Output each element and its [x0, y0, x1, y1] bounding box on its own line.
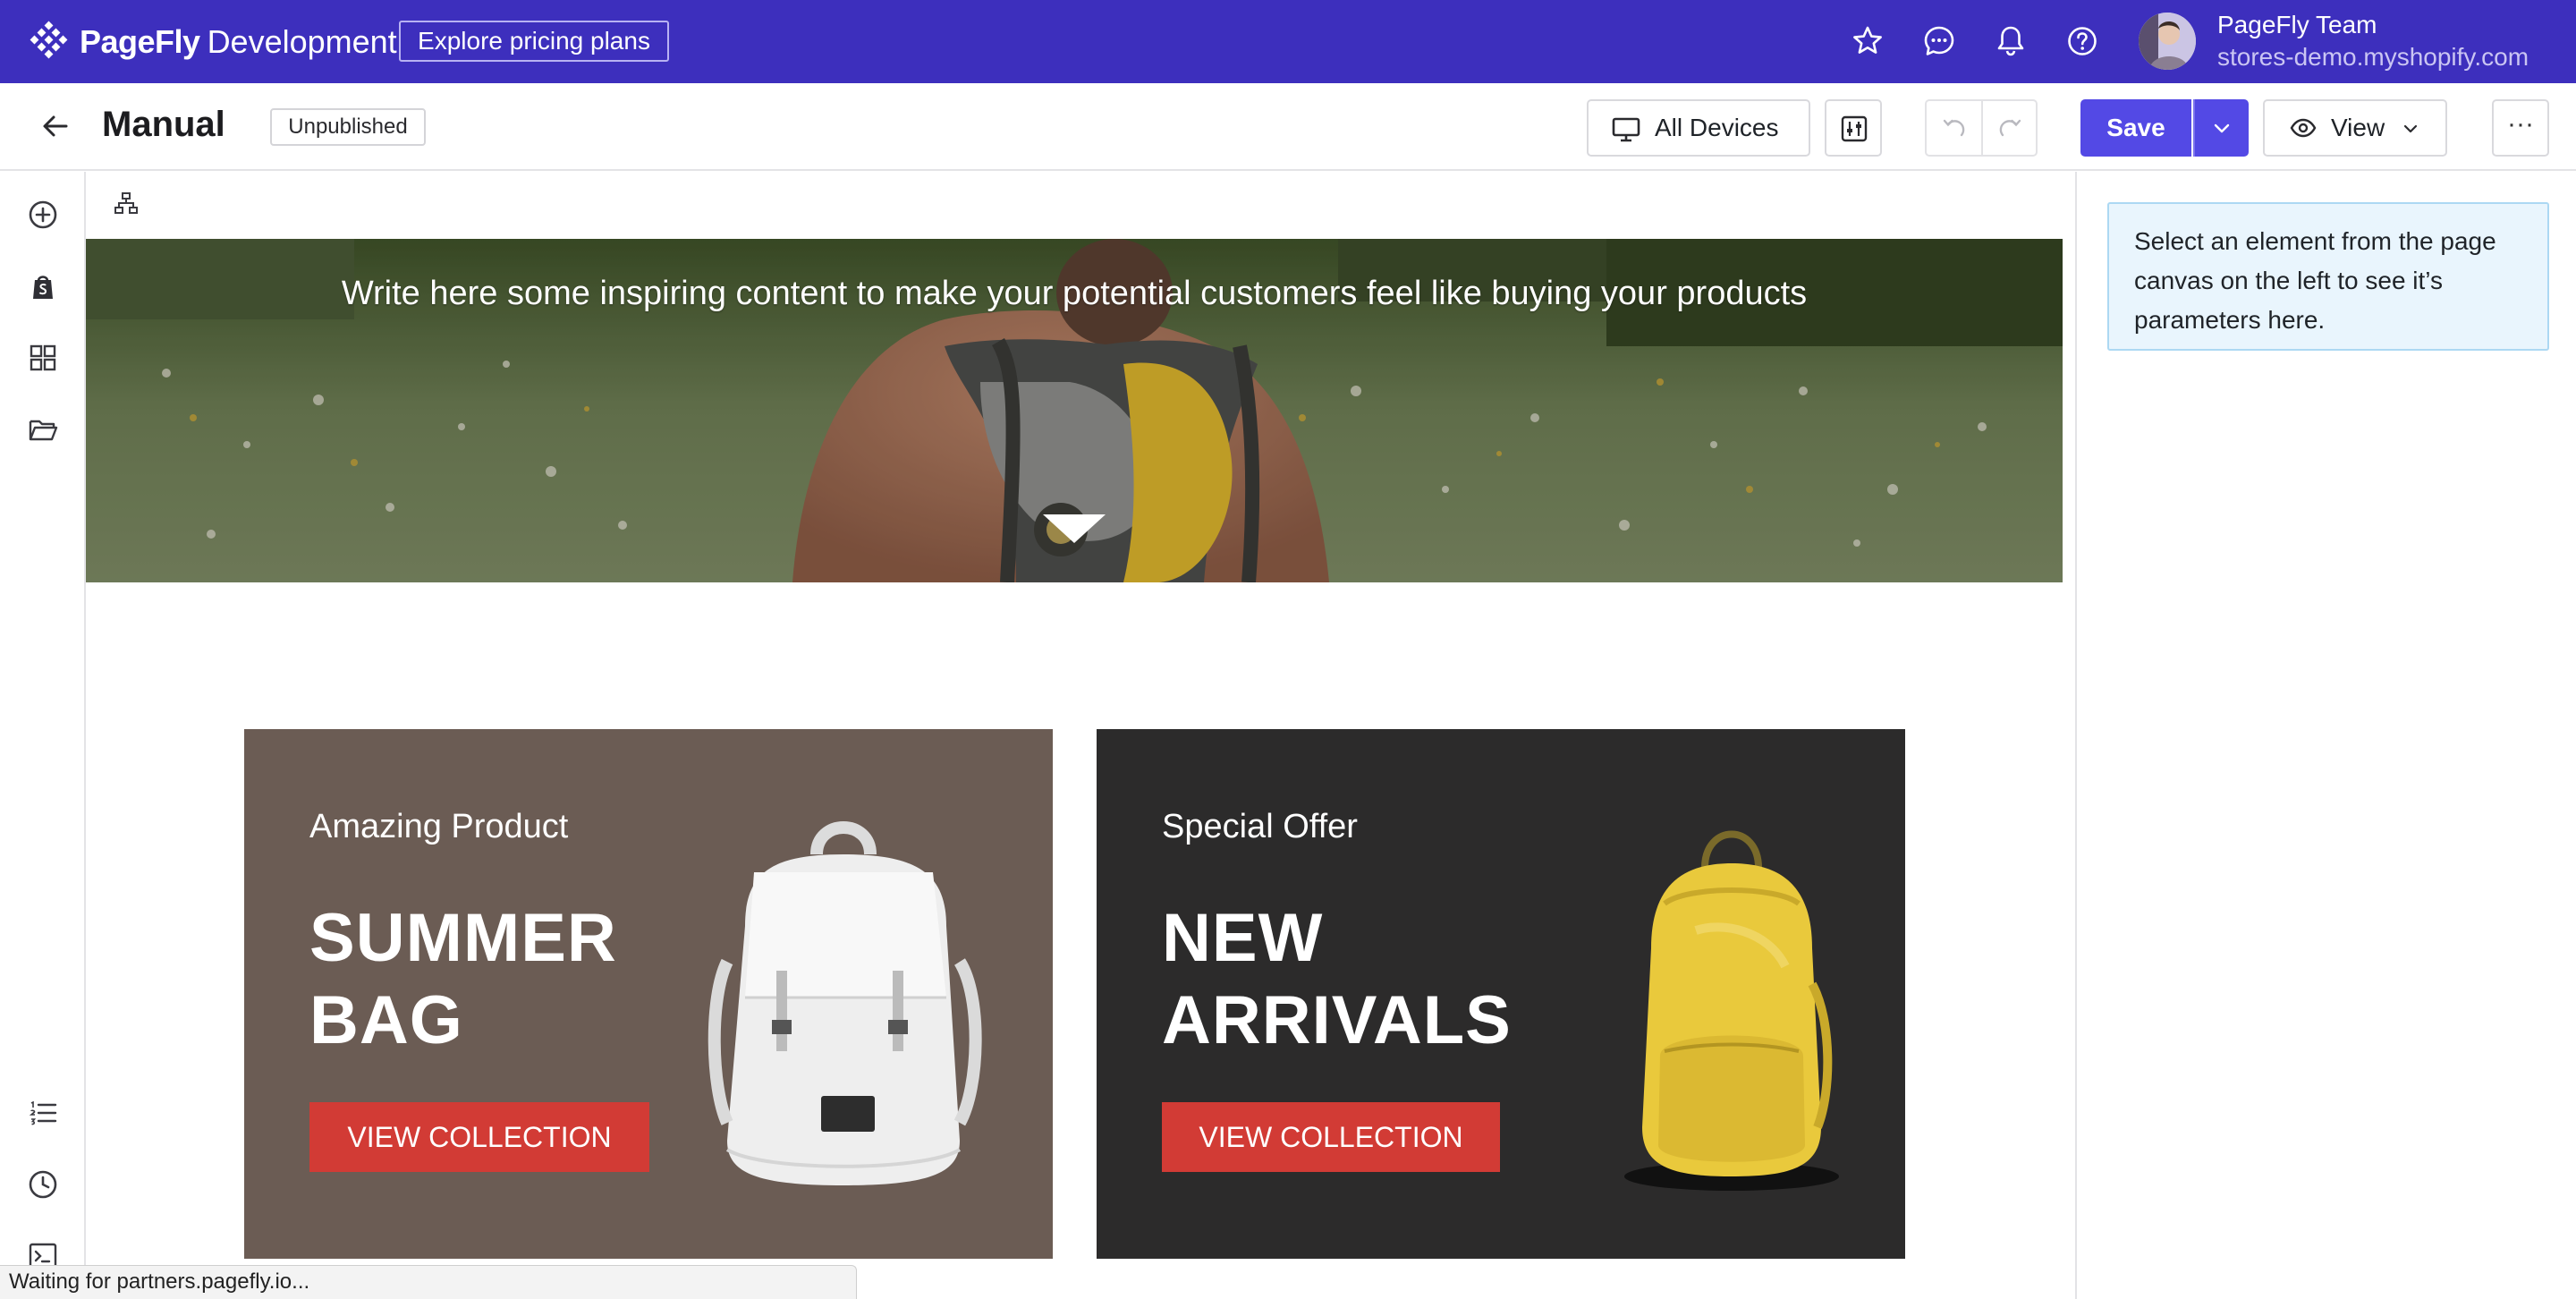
folder-icon[interactable] [27, 413, 59, 446]
shopify-icon[interactable] [27, 270, 59, 302]
brand-name: PageFly Development [80, 23, 397, 60]
explore-pricing-button[interactable]: Explore pricing plans [399, 21, 669, 62]
browser-status-bar: Waiting for partners.pagefly.io... [0, 1265, 857, 1299]
view-collection-button[interactable]: VIEW COLLECTION [309, 1102, 649, 1172]
page-canvas[interactable]: Write here some inspiring content to mak… [86, 172, 2075, 1299]
select-element-hint: Select an element from the page canvas o… [2107, 202, 2549, 351]
star-icon[interactable] [1850, 23, 1885, 59]
undo-icon[interactable] [1941, 115, 1968, 142]
publish-status-badge: Unpublished [270, 108, 426, 146]
save-button[interactable]: Save [2080, 99, 2191, 157]
promo-eyebrow: Special Offer [1162, 808, 1358, 845]
properties-panel: Select an element from the page canvas o… [2075, 172, 2576, 1299]
eye-icon [2290, 118, 2317, 138]
white-backpack-image [708, 821, 982, 1185]
promo-card-summer-bag[interactable]: Amazing Product SUMMER BAG VIEW COLLECTI… [244, 729, 1053, 1259]
promo-card-new-arrivals[interactable]: Special Offer NEW ARRIVALS VIEW COLLECTI… [1097, 729, 1905, 1259]
add-element-icon[interactable] [27, 199, 59, 231]
view-label: View [2331, 114, 2385, 141]
desktop-icon [1612, 117, 1640, 142]
left-sidebar [0, 172, 86, 1299]
history-icon[interactable] [27, 1168, 59, 1201]
save-options-dropdown[interactable] [2193, 99, 2249, 157]
editor-toolbar: Manual Unpublished All Devices Save View… [0, 83, 2576, 171]
back-arrow-icon[interactable] [39, 110, 72, 142]
promo-eyebrow: Amazing Product [309, 808, 569, 845]
undo-redo-group [1925, 99, 2038, 157]
page-structure-icon[interactable] [113, 190, 140, 216]
templates-grid-icon[interactable] [27, 342, 59, 374]
user-avatar[interactable] [2139, 13, 2196, 70]
all-devices-button[interactable]: All Devices [1587, 99, 1810, 157]
page-title: Manual [102, 105, 225, 144]
hero-banner[interactable]: Write here some inspiring content to mak… [86, 239, 2063, 582]
view-button[interactable]: View [2263, 99, 2447, 157]
pagefly-logo-icon [30, 21, 68, 59]
top-bar: PageFly Development Explore pricing plans… [0, 0, 2576, 83]
promo-headline: SUMMER BAG [309, 900, 617, 1058]
store-url: stores-demo.myshopify.com [2217, 43, 2529, 71]
yellow-backpack-image [1624, 830, 1839, 1191]
bell-icon[interactable] [1993, 23, 2029, 59]
page-settings-button[interactable] [1825, 99, 1882, 157]
help-icon[interactable] [2064, 23, 2100, 59]
all-devices-label: All Devices [1655, 114, 1779, 141]
promo-headline: NEW ARRIVALS [1162, 900, 1512, 1058]
view-collection-button[interactable]: VIEW COLLECTION [1162, 1102, 1500, 1172]
more-options-button[interactable]: ··· [2492, 99, 2549, 157]
chevron-down-icon [2214, 123, 2230, 133]
redo-icon[interactable] [1996, 115, 2023, 142]
user-name: PageFly Team [2217, 11, 2377, 38]
hero-headline: Write here some inspiring content to mak… [341, 275, 1808, 312]
sliders-icon [1841, 115, 1868, 142]
chevron-down-icon [2403, 124, 2418, 133]
layers-list-icon[interactable] [27, 1097, 59, 1129]
chat-icon[interactable] [1921, 23, 1957, 59]
